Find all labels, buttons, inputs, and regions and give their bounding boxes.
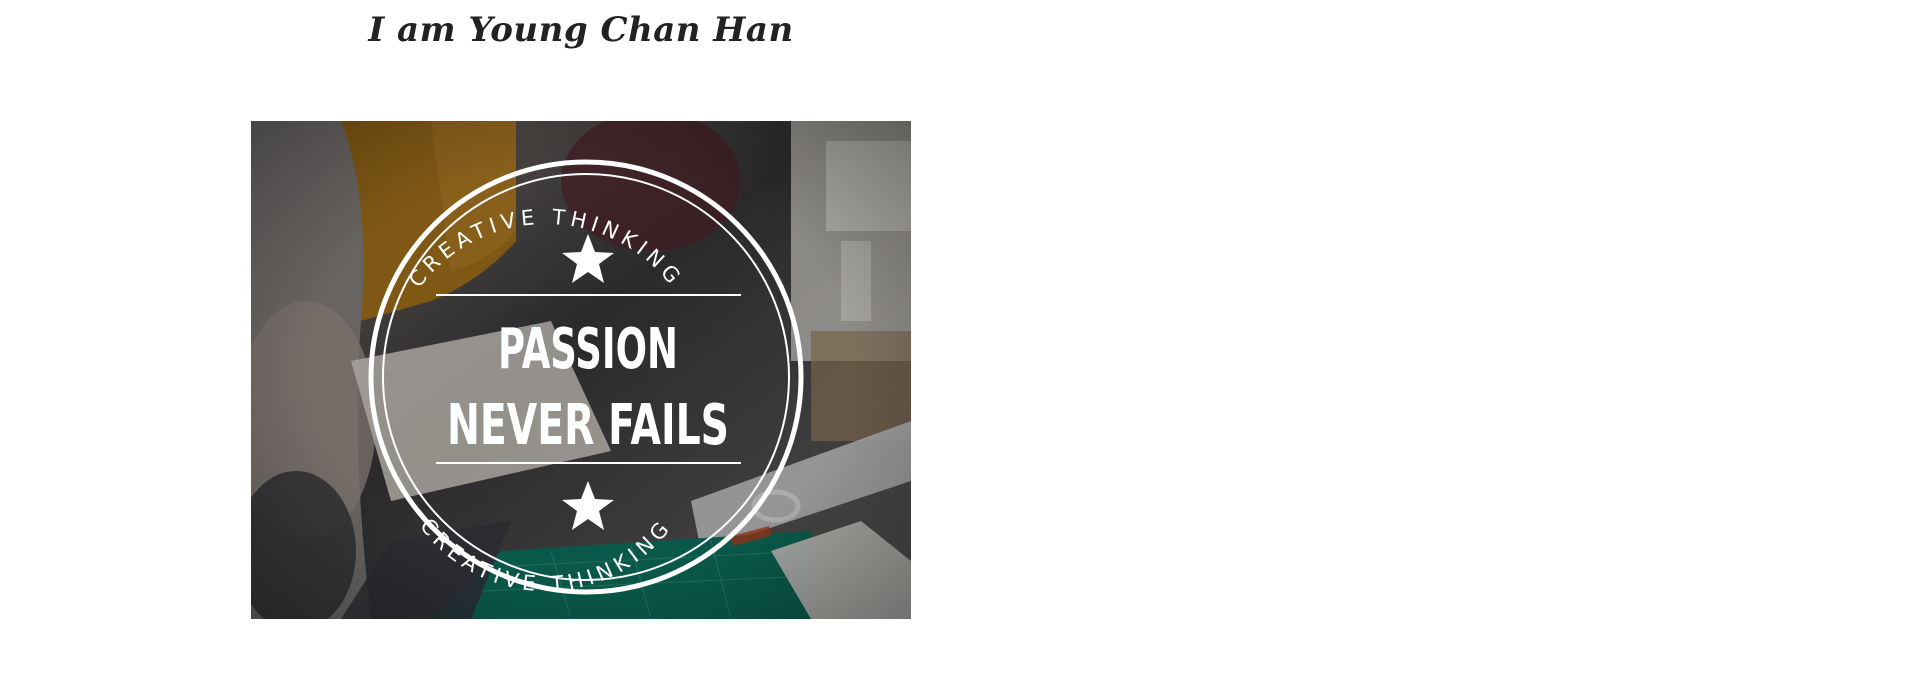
badge-line-passion: PASSION	[498, 317, 678, 382]
hero-image: CREATIVE THINKING PASSION NEVER FAILS CR…	[251, 121, 911, 619]
page: I am Young Chan Han CREATIVE THINKING PA…	[0, 0, 1920, 677]
hero-photo: CREATIVE THINKING PASSION NEVER FAILS CR…	[251, 121, 911, 619]
page-title: I am Young Chan Han	[368, 10, 794, 50]
badge-line-never-fails: NEVER FAILS	[447, 393, 729, 458]
